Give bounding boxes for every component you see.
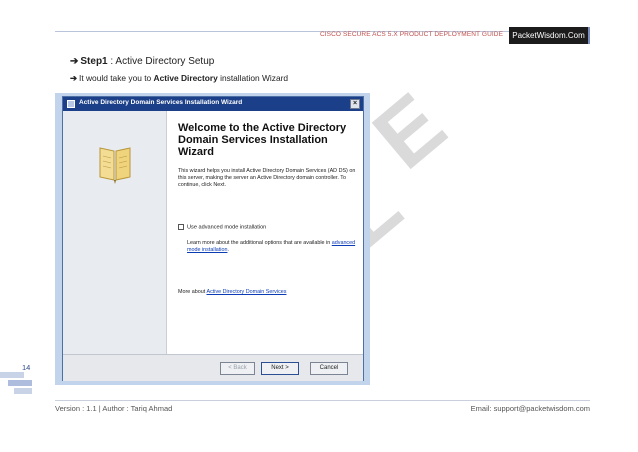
guide-title: CISCO SECURE ACS 5.X PRODUCT DEPLOYMENT … xyxy=(319,31,503,38)
footer-rule xyxy=(55,400,590,401)
step1-text: : Active Directory Setup xyxy=(107,56,215,67)
step2-line: ➔ It would take you to Active Directory i… xyxy=(70,73,288,83)
step2-bold: Active Directory xyxy=(153,73,218,83)
footer-email: Email: support@packetwisdom.com xyxy=(470,404,590,413)
page-decoration xyxy=(0,372,24,378)
advanced-mode-checkbox[interactable] xyxy=(178,224,184,230)
wizard-screenshot: Active Directory Domain Services Install… xyxy=(55,93,370,385)
wizard-window: Active Directory Domain Services Install… xyxy=(62,96,364,381)
page-decoration xyxy=(8,380,32,386)
step1-label: Step1 xyxy=(80,56,108,67)
more-about-prefix: More about xyxy=(178,289,207,295)
more-about-text: More about Active Directory Domain Servi… xyxy=(178,289,286,295)
arrow-right-icon: ➔ xyxy=(70,56,79,67)
wizard-side-panel xyxy=(63,111,167,354)
close-icon[interactable]: × xyxy=(350,99,360,109)
ad-ds-link[interactable]: Active Directory Domain Services xyxy=(206,289,286,295)
step1-line: ➔ Step1 : Active Directory Setup xyxy=(70,56,214,67)
learn-more-text: Learn more about the additional options … xyxy=(187,240,357,254)
book-icon xyxy=(99,147,131,184)
step2-suffix: installation Wizard xyxy=(217,73,289,83)
wizard-titlebar: Active Directory Domain Services Install… xyxy=(63,97,363,111)
back-button[interactable]: < Back xyxy=(220,362,255,375)
learn-more-suffix: . xyxy=(227,246,229,253)
page-number: 14 xyxy=(22,363,31,372)
wizard-button-bar: < Back Next > Cancel xyxy=(63,354,363,381)
cancel-button[interactable]: Cancel xyxy=(310,362,348,375)
wizard-content: Welcome to the Active Directory Domain S… xyxy=(167,111,363,354)
window-icon xyxy=(67,100,75,108)
wizard-heading: Welcome to the Active Directory Domain S… xyxy=(178,122,347,158)
step2-prefix: It would take you to xyxy=(79,73,154,83)
learn-more-prefix: Learn more about the additional options … xyxy=(187,240,332,246)
arrow-right-icon: ➔ xyxy=(70,73,78,83)
next-button[interactable]: Next > xyxy=(261,362,299,375)
wizard-window-title: Active Directory Domain Services Install… xyxy=(79,99,243,106)
page-decoration xyxy=(14,388,32,394)
brand-label: PacketWisdom.Com xyxy=(512,31,585,40)
brand-badge: PacketWisdom.Com xyxy=(509,27,590,44)
advanced-mode-label: Use advanced mode installation xyxy=(187,224,267,231)
footer-version-author: Version : 1.1 | Author : Tariq Ahmad xyxy=(55,404,173,413)
wizard-description: This wizard helps you install Active Dir… xyxy=(178,168,356,188)
advanced-mode-option[interactable]: Use advanced mode installation xyxy=(178,224,266,230)
watermark-letter: E xyxy=(354,73,464,188)
